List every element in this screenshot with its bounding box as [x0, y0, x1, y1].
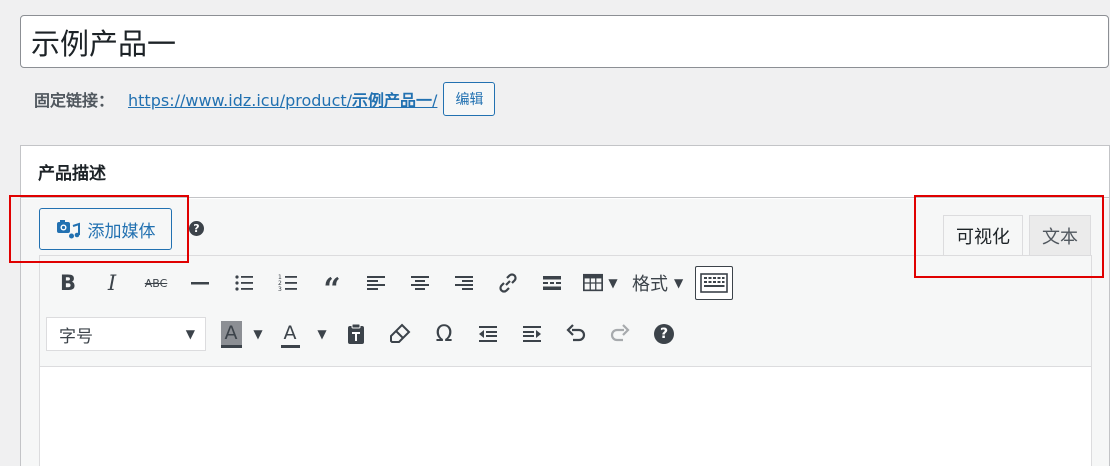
read-more-icon[interactable]: [530, 265, 574, 301]
redo-icon[interactable]: [598, 316, 642, 352]
title-input[interactable]: 示例产品一: [20, 15, 1109, 68]
format-dropdown[interactable]: 格式 ▼: [626, 265, 689, 301]
font-size-placeholder: 字号: [59, 326, 93, 347]
horizontal-line-icon[interactable]: [178, 265, 222, 301]
product-description-box: 产品描述 添加媒体 ? 可视化 文本 B I ABC 1 2 3 “ ▼ 格式 …: [20, 145, 1110, 466]
paste-text-icon[interactable]: [334, 316, 378, 352]
permalink-link[interactable]: https://www.idz.icu/product/示例产品一/: [128, 87, 437, 111]
clear-formatting-icon[interactable]: [378, 316, 422, 352]
outdent-icon[interactable]: [466, 316, 510, 352]
italic-icon[interactable]: I: [90, 265, 134, 301]
bg-color-caret-icon[interactable]: ▼: [246, 316, 270, 352]
font-size-caret-icon: ▼: [185, 327, 195, 341]
text-color-caret-icon[interactable]: ▼: [310, 316, 334, 352]
postbox-title: 产品描述: [21, 146, 1109, 198]
toolbar-row-1: B I ABC 123 “ ▼ 格式 ▼: [46, 265, 734, 307]
format-label: 格式: [632, 274, 668, 295]
font-size-select[interactable]: 字号 ▼: [46, 317, 206, 351]
align-left-icon[interactable]: [354, 265, 398, 301]
undo-icon[interactable]: [554, 316, 598, 352]
table-icon[interactable]: ▼: [574, 265, 626, 301]
align-center-icon[interactable]: [398, 265, 442, 301]
permalink-label: 固定链接：: [34, 91, 115, 110]
permalink-row: 固定链接： https://www.idz.icu/product/示例产品一/…: [34, 80, 496, 118]
strikethrough-icon[interactable]: ABC: [134, 265, 178, 301]
link-icon[interactable]: [486, 265, 530, 301]
bg-color-letter: A: [220, 320, 242, 348]
permalink-suffix: /: [432, 91, 438, 110]
text-color-icon[interactable]: A: [270, 316, 310, 352]
highlight-editor-tabs: [914, 195, 1104, 278]
omega-glyph: Ω: [435, 321, 453, 347]
align-right-icon[interactable]: [442, 265, 486, 301]
indent-icon[interactable]: [510, 316, 554, 352]
strike-text: ABC: [144, 276, 168, 290]
keyboard-help-icon[interactable]: ?: [642, 316, 686, 352]
editor-content-area[interactable]: [40, 367, 1091, 466]
help-icon[interactable]: ?: [189, 221, 204, 236]
toolbar-toggle-icon[interactable]: [695, 266, 734, 300]
table-caret-icon: ▼: [608, 276, 618, 290]
text-color-letter: A: [280, 321, 300, 348]
special-character-icon[interactable]: Ω: [422, 316, 466, 352]
format-caret-icon: ▼: [674, 276, 684, 290]
bold-icon[interactable]: B: [46, 265, 90, 301]
svg-text:3: 3: [278, 286, 282, 293]
highlight-add-media: [9, 195, 189, 263]
title-value: 示例产品一: [31, 26, 177, 61]
toolbar-row-2: 字号 ▼ A ▼ A ▼ Ω ?: [46, 316, 686, 352]
permalink-edit-button[interactable]: 编辑: [443, 82, 496, 116]
editor: B I ABC 123 “ ▼ 格式 ▼ 字号 ▼ A ▼ A ▼ Ω ?: [39, 255, 1092, 466]
toolbar-help-glyph: ?: [654, 324, 674, 344]
blockquote-icon[interactable]: “: [310, 265, 354, 307]
permalink-slug: 示例产品一: [352, 91, 433, 110]
bg-color-icon[interactable]: A: [216, 316, 246, 352]
permalink-prefix: https://www.idz.icu/product/: [128, 91, 353, 110]
bullet-list-icon[interactable]: [222, 265, 266, 301]
numbered-list-icon[interactable]: 123: [266, 265, 310, 301]
